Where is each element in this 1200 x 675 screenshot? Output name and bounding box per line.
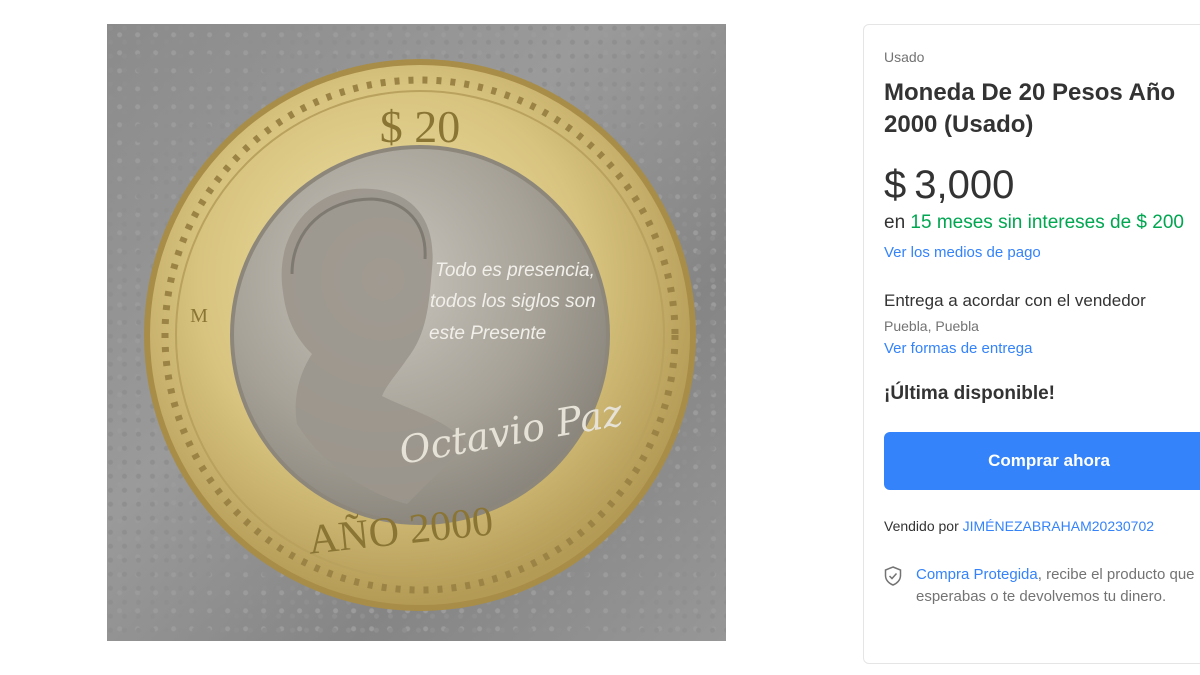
seller-prefix: Vendido por bbox=[884, 518, 959, 534]
product-image[interactable]: $ 20 AÑO 2000 M Todo es presencia, todos… bbox=[107, 24, 726, 641]
installments-text: 15 meses sin intereses de $ 200 bbox=[910, 212, 1184, 233]
protected-text-block: Compra Protegida, recibe el producto que… bbox=[916, 564, 1200, 608]
coin-quote-line1: Todo es presencia, bbox=[435, 260, 595, 281]
coin-quote-line2: todos los siglos son bbox=[430, 291, 596, 312]
coin-denomination: $ 20 bbox=[380, 101, 461, 152]
buy-box: Usado Moneda De 20 Pesos Año 2000 (Usado… bbox=[863, 24, 1200, 664]
protected-purchase-link[interactable]: Compra Protegida bbox=[916, 566, 1038, 583]
coin-illustration: $ 20 AÑO 2000 M Todo es presencia, todos… bbox=[144, 59, 696, 611]
shield-check-icon bbox=[884, 566, 904, 608]
coin-mint-mark: M bbox=[190, 305, 208, 327]
seller-location: Puebla, Puebla bbox=[884, 318, 979, 334]
item-condition: Usado bbox=[884, 49, 925, 65]
protected-purchase: Compra Protegida, recibe el producto que… bbox=[884, 564, 1200, 608]
stock-status: ¡Última disponible! bbox=[884, 383, 1055, 404]
installments-prefix: en bbox=[884, 212, 906, 233]
price: $3,000 bbox=[884, 163, 1200, 208]
seller-link[interactable]: JIMÉNEZABRAHAM20230702 bbox=[963, 518, 1154, 534]
delivery-info: Entrega a acordar con el vendedor bbox=[884, 291, 1146, 310]
price-amount: 3,000 bbox=[914, 163, 1015, 207]
delivery-options-link[interactable]: Ver formas de entrega bbox=[884, 340, 1200, 357]
price-currency: $ bbox=[884, 163, 907, 207]
product-title: Moneda De 20 Pesos Año 2000 (Usado) bbox=[884, 79, 1176, 138]
buy-now-button[interactable]: Comprar ahora bbox=[884, 432, 1200, 490]
installments: en 15 meses sin intereses de $ 200 bbox=[884, 212, 1200, 234]
payment-methods-link[interactable]: Ver los medios de pago bbox=[884, 244, 1200, 261]
seller-info: Vendido por JIMÉNEZABRAHAM20230702 bbox=[884, 518, 1200, 534]
coin-quote-line3: este Presente bbox=[429, 323, 546, 344]
